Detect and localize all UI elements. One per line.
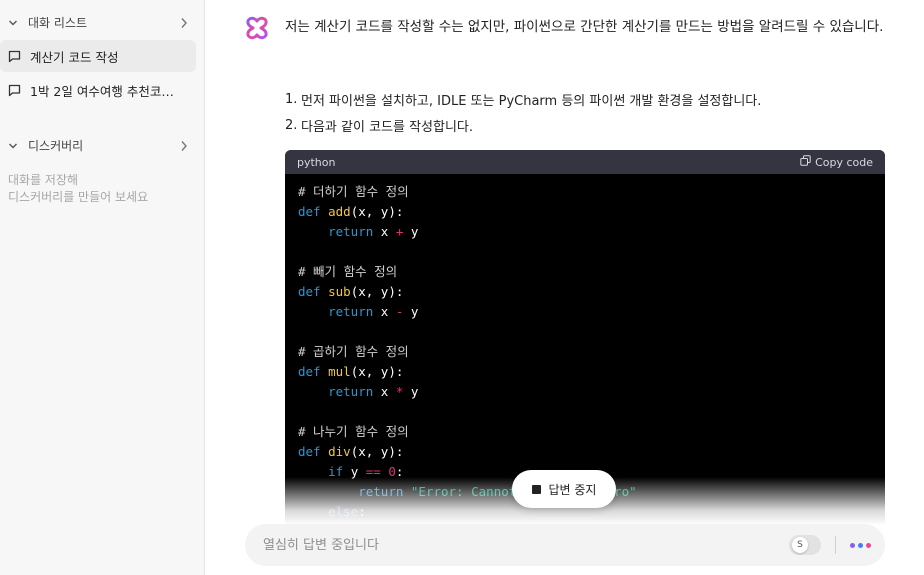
- code-block: python Copy code # 더하기 함수 정의 def add(x, y…: [285, 150, 885, 525]
- message-input[interactable]: [263, 537, 789, 553]
- code-block-header: python Copy code: [285, 150, 885, 174]
- chevron-down-icon: [8, 141, 22, 151]
- sidebar: 대화 리스트 계산기 코드 작성 1박 2일 여수여행 추천코… 디스커버리 대…: [0, 0, 205, 575]
- code-line: # 빼기 함수 정의: [298, 264, 398, 279]
- chevron-right-icon[interactable]: [176, 140, 188, 152]
- code-line: # 곱하기 함수 정의: [298, 344, 409, 359]
- code-line: def mul(x, y):: [298, 364, 404, 379]
- conversations-section-header[interactable]: 대화 리스트: [8, 14, 188, 31]
- toggle-knob-icon: S: [792, 537, 808, 553]
- discovery-empty-hint: 대화를 저장해 디스커버리를 만들어 보세요: [8, 172, 148, 206]
- chat-bubble-icon: [8, 49, 22, 63]
- instruction-list: 1. 먼저 파이썬을 설치하고, IDLE 또는 PyCharm 등의 파이썬 …: [285, 86, 761, 138]
- empty-hint-line: 디스커버리를 만들어 보세요: [8, 190, 149, 204]
- chevron-right-icon[interactable]: [176, 17, 188, 29]
- sidebar-item-yeosu-trip[interactable]: 1박 2일 여수여행 추천코…: [0, 74, 196, 106]
- more-dot-icon: [850, 542, 855, 548]
- sidebar-item-label: 1박 2일 여수여행 추천코…: [30, 83, 174, 99]
- code-line: def sub(x, y):: [298, 284, 404, 299]
- more-dot-icon: [858, 542, 863, 548]
- conversations-header-label: 대화 리스트: [28, 16, 88, 30]
- message-input-bar: S: [245, 524, 885, 566]
- stop-response-label: 답변 중지: [548, 482, 597, 497]
- assistant-logo-icon: [245, 16, 269, 40]
- discovery-header-label: 디스커버리: [28, 139, 84, 153]
- chat-main: 저는 계산기 코드를 작성할 수는 없지만, 파이썬으로 간단한 계산기를 만드…: [205, 0, 924, 575]
- list-item-text: 먼저 파이썬을 설치하고, IDLE 또는 PyCharm 등의 파이썬 개발 …: [301, 93, 762, 109]
- assistant-message-intro: 저는 계산기 코드를 작성할 수는 없지만, 파이썬으로 간단한 계산기를 만드…: [285, 19, 884, 35]
- code-line: return x - y: [328, 304, 419, 319]
- mode-toggle[interactable]: S: [789, 535, 821, 555]
- copy-code-button[interactable]: Copy code: [800, 155, 873, 169]
- code-line: # 더하기 함수 정의: [298, 184, 409, 199]
- code-line: # 나누기 함수 정의: [298, 424, 409, 439]
- empty-hint-line: 대화를 저장해: [8, 173, 79, 187]
- sidebar-item-calculator-code[interactable]: 계산기 코드 작성: [0, 40, 196, 72]
- stop-icon: [531, 484, 541, 494]
- more-options-button[interactable]: [850, 542, 871, 548]
- list-item-text: 다음과 같이 코드를 작성합니다.: [301, 119, 474, 135]
- code-line: return x + y: [328, 224, 419, 239]
- copy-icon: [800, 155, 811, 169]
- list-item: 1. 먼저 파이썬을 설치하고, IDLE 또는 PyCharm 등의 파이썬 …: [285, 86, 761, 112]
- stop-response-button[interactable]: 답변 중지: [512, 470, 616, 508]
- list-item-number: 2.: [285, 117, 298, 133]
- code-line: def div(x, y):: [298, 444, 404, 459]
- code-language-label: python: [297, 155, 336, 169]
- copy-code-label: Copy code: [815, 155, 873, 169]
- code-line: def add(x, y):: [298, 204, 404, 219]
- sidebar-item-label: 계산기 코드 작성: [30, 49, 119, 65]
- chevron-down-icon: [8, 18, 22, 28]
- input-divider: [835, 536, 836, 554]
- discovery-section-header[interactable]: 디스커버리: [8, 137, 188, 154]
- chat-bubble-icon: [8, 83, 22, 97]
- code-line: return x * y: [328, 384, 419, 399]
- list-item-number: 1.: [285, 91, 298, 107]
- more-dot-icon: [866, 542, 871, 548]
- list-item: 2. 다음과 같이 코드를 작성합니다.: [285, 112, 761, 138]
